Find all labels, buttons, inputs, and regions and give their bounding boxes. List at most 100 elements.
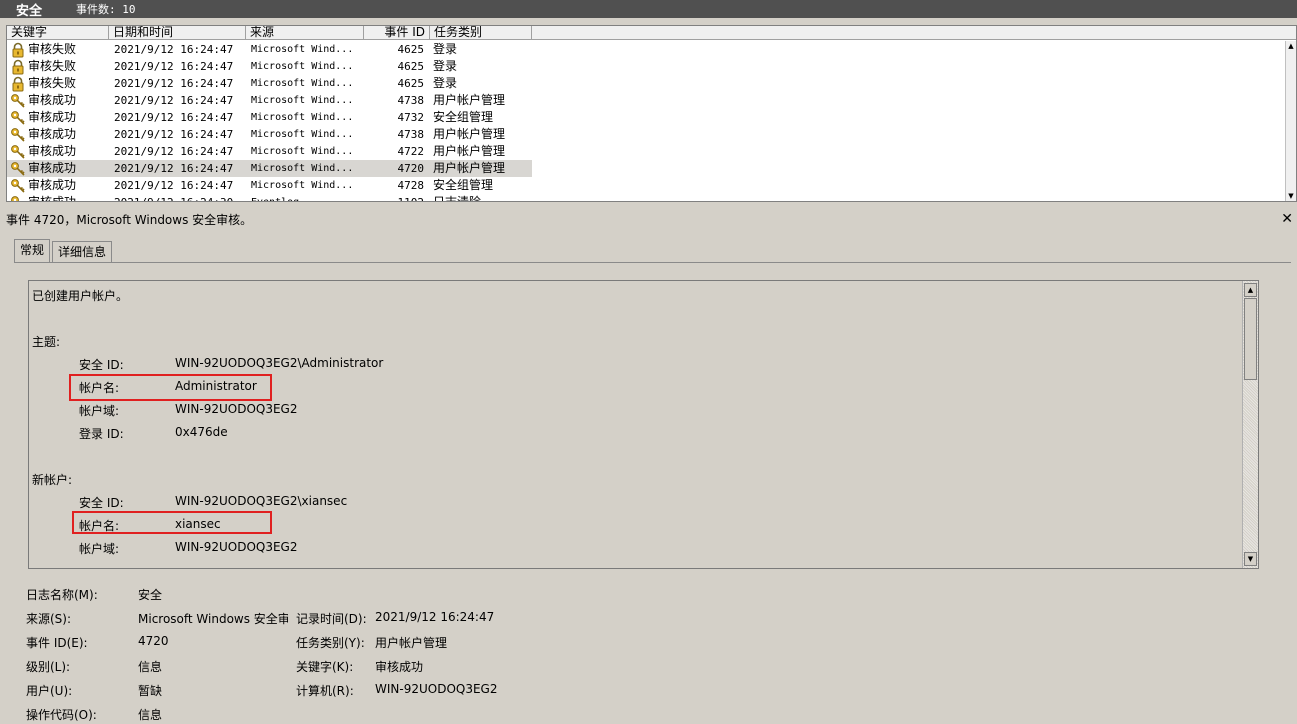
event-row[interactable]: 审核失败 2021/9/12 16:24:47 Microsoft Wind... 4…: [7, 41, 1287, 58]
tab-details[interactable]: 详细信息: [52, 241, 113, 263]
event-keyword: 审核失败: [28, 76, 77, 90]
event-id: 4728: [397, 179, 425, 192]
prop-task-label: 任务类别(Y):: [296, 636, 365, 650]
tab-general[interactable]: 常规: [14, 239, 51, 263]
scroll-up-icon[interactable]: ▲: [1244, 283, 1257, 297]
scroll-down-icon[interactable]: ▼: [1244, 552, 1257, 566]
prop-computer-label: 计算机(R):: [296, 684, 354, 698]
key-icon: [10, 195, 26, 201]
event-row[interactable]: 审核成功 2021/9/12 16:24:47 Microsoft Wind... 4…: [7, 126, 1287, 143]
event-keyword: 审核成功: [28, 127, 77, 141]
prop-user-value: 暂缺: [138, 684, 163, 698]
event-keyword-cell: 审核成功: [7, 109, 109, 126]
event-id: 4625: [397, 60, 425, 73]
event-category: 用户帐户管理: [433, 127, 506, 141]
event-keyword-cell: 审核失败: [7, 75, 109, 92]
event-category: 安全组管理: [433, 110, 494, 124]
event-row[interactable]: 审核成功 2021/9/12 16:24:47 Microsoft Wind... 4…: [7, 143, 1287, 160]
column-source[interactable]: 来源: [246, 26, 364, 40]
event-keyword-cell: 审核失败: [7, 58, 109, 75]
message-scrollbar[interactable]: ▲ ▼: [1242, 281, 1258, 568]
event-row[interactable]: 审核成功 2021/9/12 16:24:47 Microsoft Wind... 4…: [7, 109, 1287, 126]
event-date: 2021/9/12 16:24:47: [114, 179, 234, 192]
prop-opcode-label: 操作代码(O):: [26, 708, 97, 722]
lock-icon: [10, 76, 26, 92]
event-date: 2021/9/12 16:24:47: [114, 111, 234, 124]
event-row[interactable]: 审核失败 2021/9/12 16:24:47 Microsoft Wind... 4…: [7, 58, 1287, 75]
prop-level-label: 级别(L):: [26, 660, 71, 674]
event-keyword: 审核失败: [28, 59, 77, 73]
key-icon: [10, 93, 26, 109]
detail-title: 事件 4720，Microsoft Windows 安全审核。: [6, 212, 253, 227]
event-date: 2021/9/12 16:24:47: [109, 160, 246, 177]
lock-icon: [10, 59, 26, 75]
event-row[interactable]: 审核成功 2021/9/12 16:24:47 Microsoft Wind... 4…: [7, 177, 1287, 194]
event-keyword-cell: 审核成功: [7, 194, 109, 202]
event-id: 4625: [397, 77, 425, 90]
prop-log-name-value: 安全: [138, 588, 163, 602]
prop-source-value: Microsoft Windows 安全审: [138, 612, 288, 626]
prop-computer-value: WIN-92UODOQ3EG2: [375, 682, 498, 696]
event-id: 4722: [397, 145, 425, 158]
column-category[interactable]: 任务类别: [430, 26, 532, 40]
column-event-id[interactable]: 事件 ID: [364, 26, 430, 40]
event-row[interactable]: 审核成功 2021/9/12 16:24:47 Microsoft Wind... 4…: [7, 92, 1287, 109]
event-date: 2021/9/12 16:24:47: [114, 43, 234, 56]
event-category: 用户帐户管理: [433, 144, 506, 158]
scroll-up-icon[interactable]: ▲: [1286, 41, 1296, 51]
prop-source-label: 来源(S):: [26, 612, 72, 626]
event-date: 2021/9/12 16:24:47: [114, 145, 234, 158]
event-source: Microsoft Wind...: [251, 129, 354, 140]
prop-keywords-label: 关键字(K):: [296, 660, 354, 674]
scroll-thumb[interactable]: [1244, 298, 1257, 380]
event-source: Microsoft Wind...: [251, 180, 354, 191]
new-domain-label: 帐户域:: [79, 542, 120, 556]
key-icon: [10, 127, 26, 143]
event-message-box[interactable]: 已创建用户帐户。 主题: 安全 ID: WIN-92UODOQ3EG2\Admi…: [28, 280, 1259, 569]
event-keyword: 审核成功: [28, 93, 77, 107]
subject-logon-id-label: 登录 ID:: [79, 427, 124, 441]
log-name: 安全: [16, 3, 43, 19]
prop-logged-value: 2021/9/12 16:24:47: [375, 610, 495, 624]
event-keyword-cell: 审核成功: [7, 160, 109, 177]
event-count: 事件数: 10: [76, 3, 136, 16]
event-id: 1102: [364, 194, 430, 201]
event-keyword: 审核成功: [28, 195, 77, 202]
log-title-bar: 安全 事件数: 10: [0, 0, 1297, 19]
event-keyword-cell: 审核失败: [7, 41, 109, 58]
event-keyword-cell: 审核成功: [7, 143, 109, 160]
event-source: Eventlog: [246, 194, 364, 201]
event-id: 4732: [397, 111, 425, 124]
subject-domain-value: WIN-92UODOQ3EG2: [175, 402, 298, 416]
event-category: 安全组管理: [433, 178, 494, 192]
event-list[interactable]: 关键字 日期和时间 来源 事件 ID 任务类别 审核失败 2021/9/12 16…: [6, 25, 1297, 202]
event-date: 2021/9/12 16:24:47: [114, 94, 234, 107]
prop-opcode-value: 信息: [138, 708, 163, 722]
event-list-scrollbar[interactable]: ▲ ▼: [1285, 41, 1296, 201]
event-row[interactable]: 审核失败 2021/9/12 16:24:47 Microsoft Wind... 4…: [7, 75, 1287, 92]
column-date[interactable]: 日期和时间: [109, 26, 246, 40]
column-keyword[interactable]: 关键字: [7, 26, 109, 40]
event-rows: 审核失败 2021/9/12 16:24:47 Microsoft Wind... 4…: [7, 41, 1287, 202]
event-category: 用户帐户管理: [433, 93, 506, 107]
event-id: 4625: [397, 43, 425, 56]
new-sid-value: WIN-92UODOQ3EG2\xiansec: [175, 494, 348, 508]
event-source: Microsoft Wind...: [251, 78, 354, 89]
event-row[interactable]: 审核成功 2021/9/12 16:24:30Eventlog1102日志清除: [7, 194, 1287, 202]
key-icon: [10, 110, 26, 126]
event-keyword: 审核成功: [28, 144, 77, 158]
event-category: 用户帐户管理: [430, 160, 532, 177]
event-list-header: 关键字 日期和时间 来源 事件 ID 任务类别: [7, 26, 1296, 40]
subject-sid-label: 安全 ID:: [79, 358, 124, 372]
prop-keywords-value: 审核成功: [375, 660, 424, 674]
event-id: 4738: [397, 94, 425, 107]
event-row[interactable]: 审核成功 2021/9/12 16:24:47 Microsoft Wind... 4…: [7, 160, 1287, 177]
event-keyword-cell: 审核成功: [7, 177, 109, 194]
event-date: 2021/9/12 16:24:47: [114, 60, 234, 73]
detail-header: 事件 4720，Microsoft Windows 安全审核。 ✕: [6, 210, 1297, 228]
event-category: 登录: [433, 76, 458, 90]
prop-task-value: 用户帐户管理: [375, 636, 448, 650]
subject-label: 主题:: [32, 335, 61, 349]
scroll-down-icon[interactable]: ▼: [1286, 191, 1296, 201]
close-icon[interactable]: ✕: [1281, 211, 1297, 227]
